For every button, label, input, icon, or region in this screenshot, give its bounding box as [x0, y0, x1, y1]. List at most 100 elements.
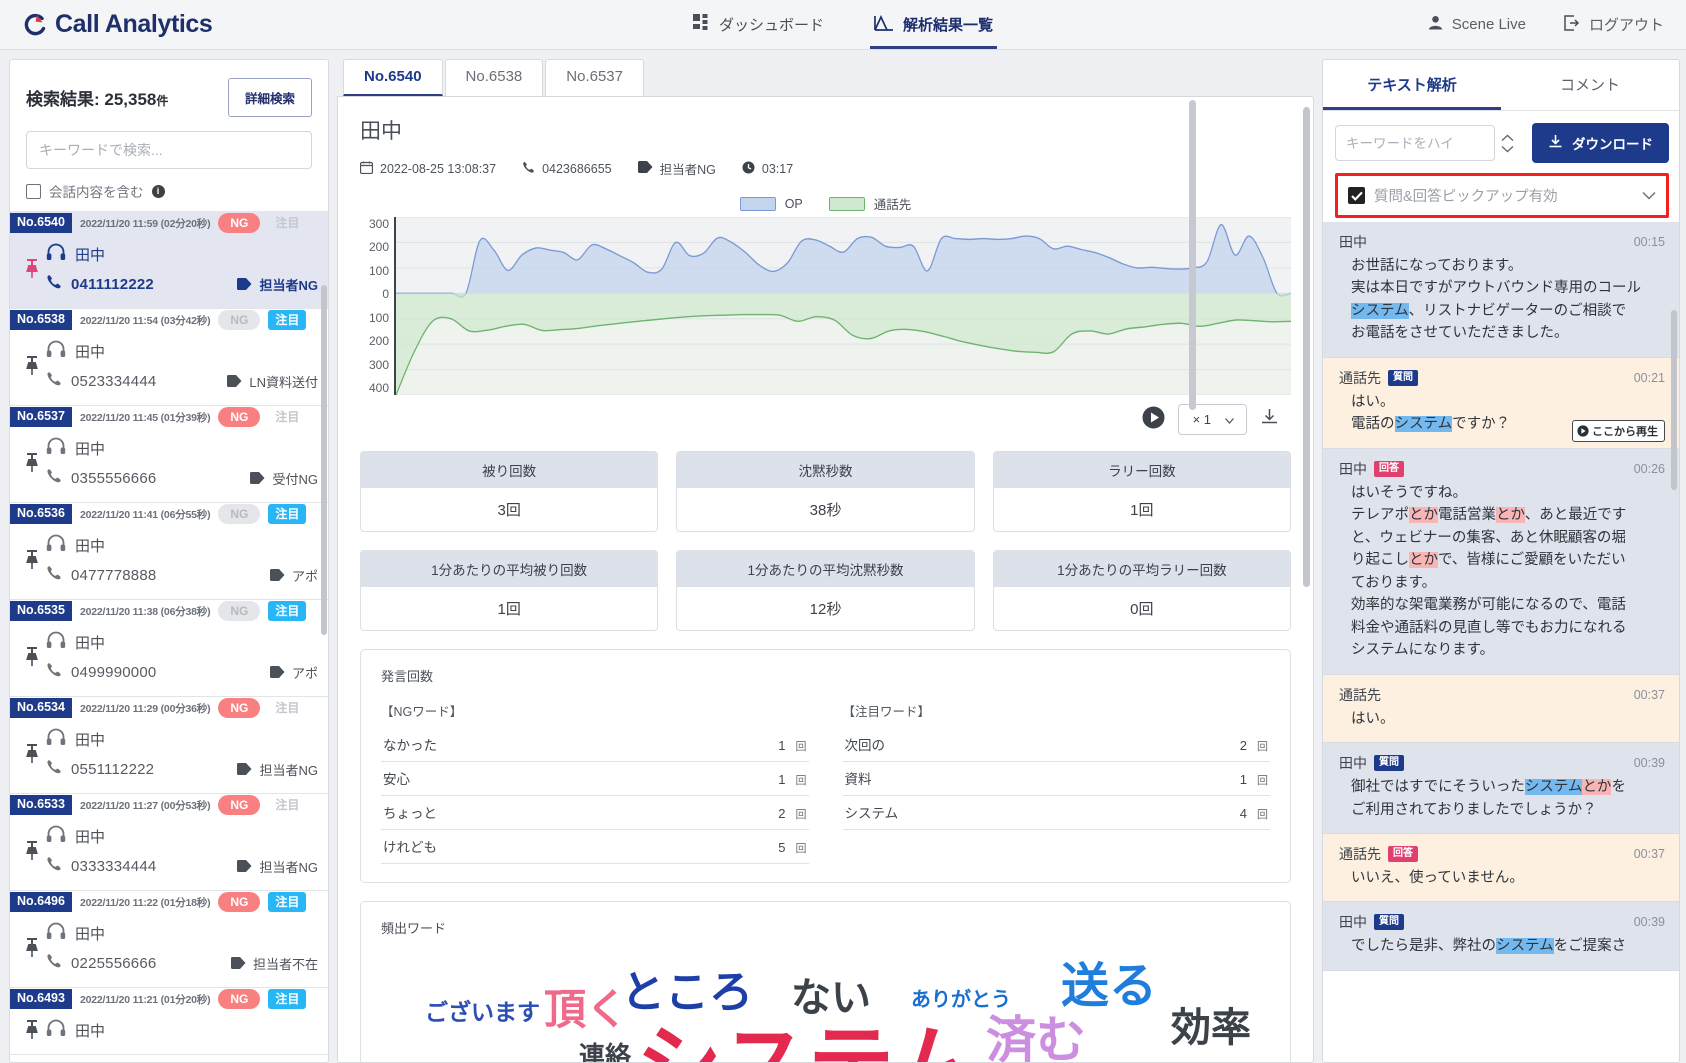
analysis-tabs[interactable]: テキスト解析 コメント — [1323, 60, 1679, 111]
play-from-here-button[interactable]: ここから再生 — [1572, 419, 1665, 442]
word-name: 次回の — [844, 738, 886, 753]
clock-icon — [742, 161, 755, 177]
transcript-speaker: 通話先 — [1339, 369, 1381, 386]
list-item[interactable]: No.6537 2022/11/20 11:45 (01分39秒) NG 注目 田中 03… — [10, 406, 328, 503]
waveform-chart: OP 通話先 300 200 100 0 100 200 300 400 — [360, 194, 1291, 395]
tab-call-0[interactable]: No.6540 — [343, 59, 443, 96]
transcript-entry[interactable]: 通話先 質問 00:21 はい。 電話のシステムですか？ ここから再生 — [1323, 357, 1679, 449]
pin-icon[interactable] — [18, 841, 46, 861]
pin-icon[interactable] — [18, 647, 46, 667]
highlight-keyword-input[interactable] — [1335, 125, 1495, 161]
logout-button[interactable]: ログアウト — [1564, 14, 1664, 35]
analysis-icon — [874, 14, 894, 36]
phone-icon — [46, 565, 62, 586]
detail-search-button[interactable]: 詳細検索 — [227, 78, 312, 117]
transcript-entry[interactable]: 田中 質問 00:39 でしたら是非、弊社のシステムをご提案さ — [1323, 902, 1679, 971]
call-result-list[interactable]: No.6540 2022/11/20 11:59 (02分20秒) NG 注目 田中 04… — [10, 211, 328, 1062]
call-item-datetime: 2022/11/20 11:27 (00分53秒) — [79, 799, 211, 812]
include-content-checkbox[interactable] — [26, 183, 41, 199]
cloud-word-9[interactable]: 済む — [986, 1015, 1086, 1062]
cloud-word-1[interactable]: 頂く — [544, 989, 628, 1031]
cloud-word-0[interactable]: ございます — [425, 1001, 540, 1024]
pin-icon[interactable] — [18, 744, 46, 764]
list-item[interactable]: No.6536 2022/11/20 11:41 (06分55秒) NG 注目 田中 04… — [10, 503, 328, 600]
legend-swatch — [739, 196, 776, 211]
chevron-down-icon[interactable] — [1642, 187, 1656, 205]
download-button[interactable]: ダウンロード — [1532, 123, 1669, 163]
sidebar-scrollbar[interactable] — [321, 285, 327, 635]
cloud-word-3[interactable]: ない — [791, 978, 871, 1018]
transcript-entry[interactable]: 田中 00:15 お世話になっております。 実は本日ですがアウトバウンド専用のコールシ… — [1323, 222, 1679, 358]
center-scrollbar[interactable] — [1303, 107, 1310, 587]
badge-answer: 回答 — [1388, 845, 1418, 862]
speech-count-title: 発言回数 — [381, 669, 434, 684]
transcript-entry[interactable]: 田中 回答 00:26 はいそうですね。 テレアポとか電話営業とか、あと最近です と、ウェ… — [1323, 448, 1679, 675]
y-tick-0: 300 — [368, 217, 389, 231]
cloud-word-8[interactable]: システム — [636, 1023, 977, 1062]
list-item[interactable]: No.6534 2022/11/20 11:29 (00分36秒) NG 注目 田中 05… — [10, 697, 328, 794]
call-item-phone: 0523334444 — [71, 372, 157, 390]
word-count: 2 — [778, 806, 786, 821]
call-tabs[interactable]: No.6540 No.6538 No.6537 — [337, 59, 1314, 96]
call-item-phone: 0225556666 — [71, 954, 157, 972]
list-item[interactable]: No.6538 2022/11/20 11:54 (03分42秒) NG 注目 田中 05… — [10, 309, 328, 406]
playback-speed-select[interactable]: × 1 — [1177, 404, 1247, 435]
include-content-row[interactable]: 会話内容を含む i — [26, 181, 312, 201]
tab-call-1[interactable]: No.6538 — [444, 59, 544, 96]
center-panel-scrollbar[interactable] — [1189, 100, 1196, 410]
pin-icon[interactable] — [18, 1020, 46, 1040]
call-item-label: LN資料送付 — [227, 372, 318, 391]
transcript-entry[interactable]: 田中 質問 00:39 御社ではすでにそういったシステムとかを ご利用されておりましたで… — [1323, 743, 1679, 834]
status-badge-ng: NG — [218, 891, 261, 913]
transcript-scrollbar[interactable] — [1671, 310, 1677, 490]
call-item-body: 田中 0523334444 LN資料送付 — [10, 331, 328, 405]
list-item[interactable]: No.6533 2022/11/20 11:27 (00分53秒) NG 注目 田中 03… — [10, 794, 328, 891]
highlight-nav-stepper[interactable] — [1501, 134, 1514, 153]
transcript-text: 、リストナビゲーターのご相談で — [1408, 302, 1627, 319]
list-item[interactable]: No.6493 2022/11/20 11:21 (01分20秒) NG 注目 田中 — [10, 988, 328, 1055]
cloud-word-4[interactable]: ありがとう — [911, 990, 1011, 1010]
transcript-text: 料金や通話料の見直し等でもお力になれる — [1351, 619, 1627, 636]
call-item-body: 田中 0333334444 担当者NG — [10, 816, 328, 890]
metric-title: 沈黙秒数 — [677, 452, 974, 488]
search-input[interactable] — [26, 131, 312, 169]
legend-item-0: OP — [739, 196, 803, 211]
chart-plot[interactable] — [394, 217, 1291, 395]
word-cloud[interactable]: ございます頂くところないありがとう送る効率連絡システム済むあるかしこまるなる業務… — [381, 953, 1270, 1063]
transcript-text: いいえ、使っていません。 — [1351, 869, 1524, 886]
chevron-up-icon — [1501, 134, 1514, 141]
call-item-phone: 0477778888 — [71, 566, 157, 584]
nav-item-dashboard[interactable]: ダッシュボード — [689, 0, 828, 49]
transcript-list[interactable]: 田中 00:15 お世話になっております。 実は本日ですがアウトバウンド専用のコールシ… — [1323, 222, 1679, 1062]
download-audio-icon[interactable] — [1260, 408, 1279, 432]
qa-pickup-row[interactable]: 質問&回答ピックアップ有効 — [1335, 173, 1669, 218]
pin-icon[interactable] — [18, 938, 46, 958]
account-button[interactable]: Scene Live — [1428, 15, 1526, 34]
info-icon[interactable]: i — [151, 184, 165, 198]
cloud-word-7[interactable]: 連絡 — [579, 1043, 631, 1062]
cloud-word-6[interactable]: 効率 — [1171, 1008, 1251, 1048]
list-item[interactable]: No.6496 2022/11/20 11:22 (01分18秒) NG 注目 田中 02… — [10, 891, 328, 988]
cloud-word-5[interactable]: 送る — [1061, 963, 1157, 1011]
call-item-phone: 0355556666 — [71, 469, 157, 487]
tab-call-2[interactable]: No.6537 — [545, 59, 644, 96]
list-item[interactable]: No.6535 2022/11/20 11:38 (06分38秒) NG 注目 田中 04… — [10, 600, 328, 697]
pin-icon[interactable] — [18, 259, 46, 279]
call-item-datetime: 2022/11/20 11:54 (03分42秒) — [79, 314, 211, 327]
call-item-body: 田中 0411112222 担当者NG — [10, 234, 328, 308]
tab-analysis-0[interactable]: テキスト解析 — [1323, 60, 1501, 110]
tab-analysis-1[interactable]: コメント — [1501, 60, 1679, 110]
transcript-entry[interactable]: 通話先 00:37 はい。 — [1323, 674, 1679, 744]
status-badge-ng: NG — [218, 309, 261, 331]
list-item[interactable]: No.6540 2022/11/20 11:59 (02分20秒) NG 注目 田中 04… — [10, 212, 328, 309]
qa-pickup-checkbox[interactable] — [1348, 187, 1365, 204]
pin-icon[interactable] — [18, 356, 46, 376]
transcript-entry[interactable]: 通話先 回答 00:37 いいえ、使っていません。 — [1323, 833, 1679, 903]
cloud-word-2[interactable]: ところ — [621, 971, 753, 1015]
pin-icon[interactable] — [18, 550, 46, 570]
nav-item-analysis[interactable]: 解析結果一覧 — [870, 0, 998, 49]
play-button[interactable] — [1142, 406, 1165, 434]
phone-icon — [46, 953, 62, 974]
pin-icon[interactable] — [18, 453, 46, 473]
calendar-icon — [359, 161, 374, 177]
